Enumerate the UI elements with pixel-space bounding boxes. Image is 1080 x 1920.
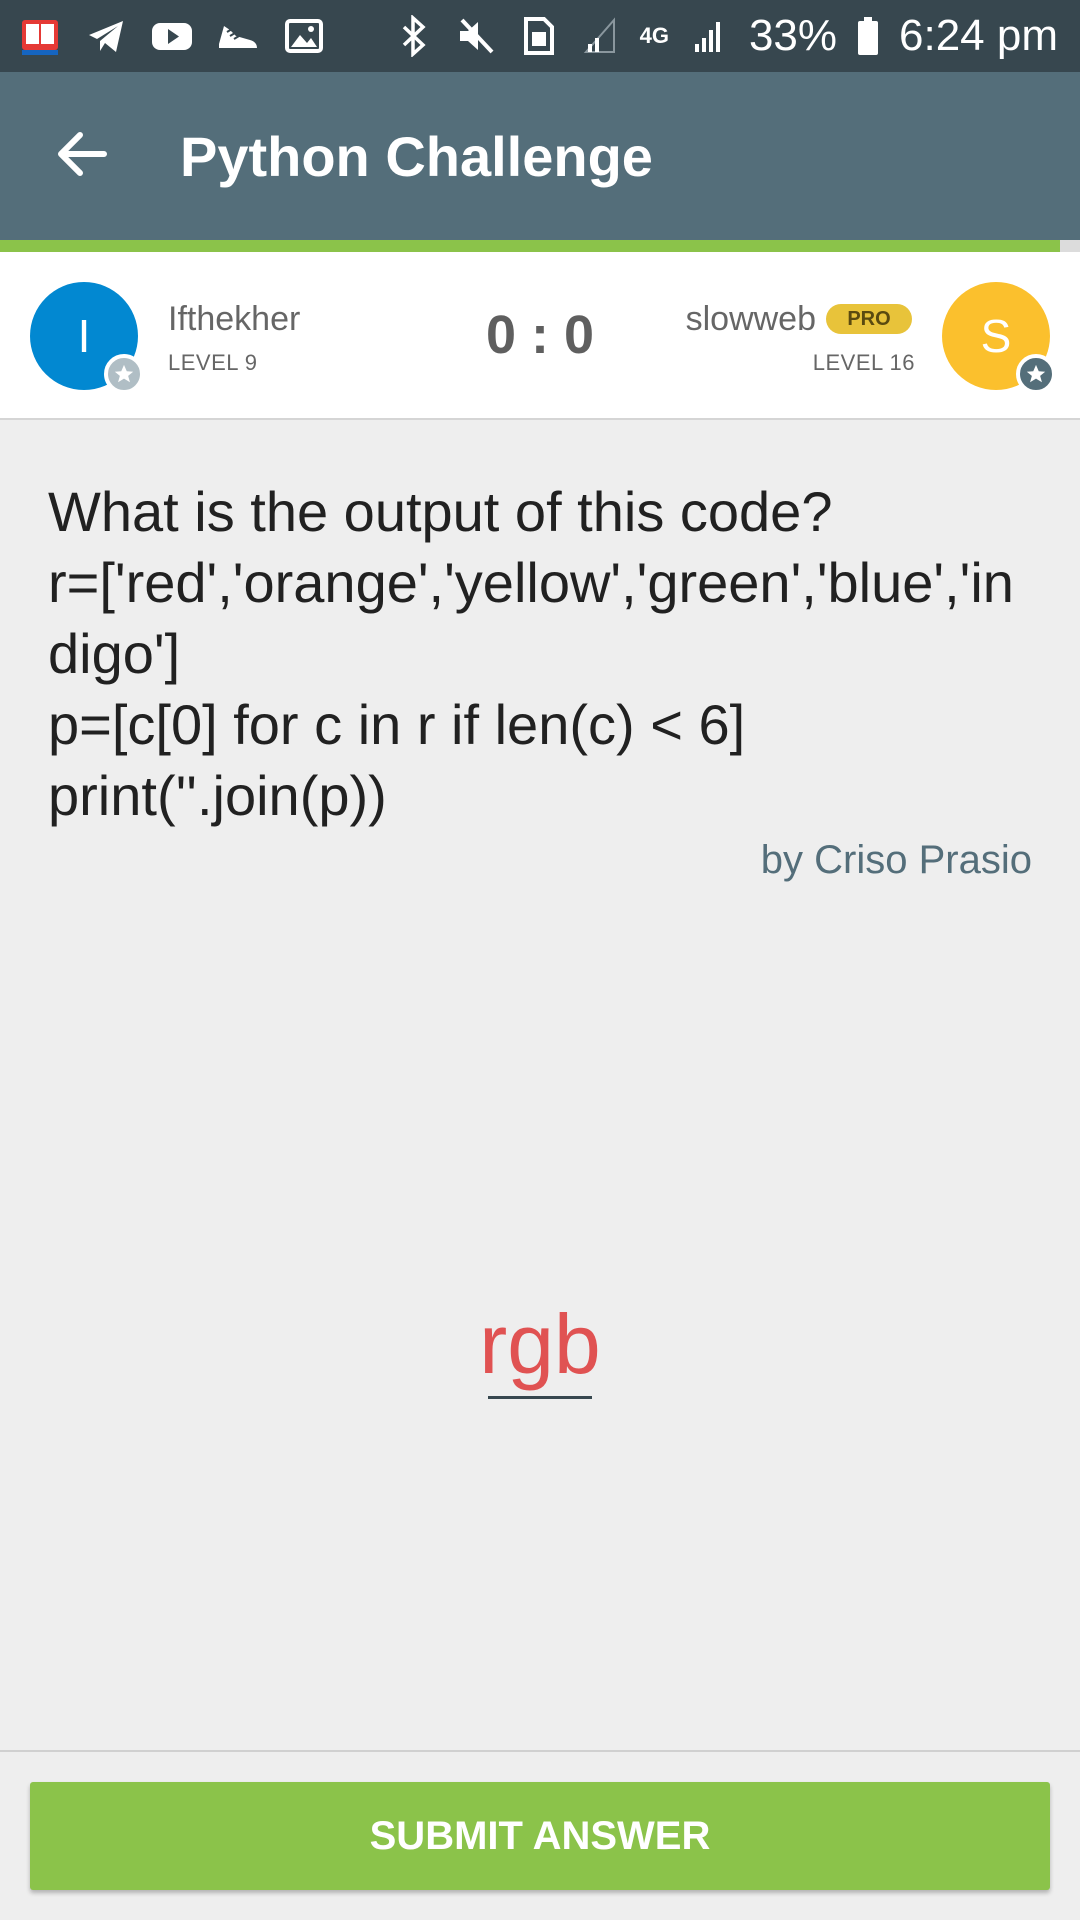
arrow-left-icon	[54, 126, 110, 187]
status-bar-system: 4G 33% 6:24 pm	[392, 11, 1058, 61]
submit-answer-button[interactable]: SUBMIT ANSWER	[30, 1782, 1050, 1890]
player-left-name[interactable]: Ifthekher	[168, 300, 300, 339]
player-right-level: LEVEL 16	[812, 350, 915, 375]
dictionary-app-icon	[18, 14, 62, 58]
clock: 6:24 pm	[899, 11, 1058, 60]
sim-icon	[516, 14, 560, 58]
timer-progress-bar	[0, 240, 1060, 252]
player-left-avatar[interactable]: I	[30, 282, 144, 394]
question-author[interactable]: by Criso Prasio	[761, 838, 1032, 883]
app-bar: Python Challenge	[0, 72, 1080, 240]
image-icon	[282, 14, 326, 58]
player-right-name[interactable]: slowweb	[686, 300, 816, 339]
mute-icon	[454, 14, 498, 58]
star-badge-icon	[1016, 354, 1056, 394]
pro-badge: PRO	[826, 304, 912, 334]
score: 0 : 0	[485, 305, 595, 365]
battery-icon	[855, 14, 881, 58]
player-right-avatar[interactable]: S	[942, 282, 1056, 394]
players-panel: I Ifthekher LEVEL 9 0 : 0 slowweb PRO LE…	[0, 252, 1080, 420]
answer-input-underline	[488, 1396, 592, 1399]
player-left-level: LEVEL 9	[168, 350, 258, 375]
signal-strength-icon	[687, 14, 731, 58]
back-button[interactable]	[32, 106, 132, 206]
timer-progress-track	[1060, 240, 1080, 252]
signal-icon	[578, 14, 622, 58]
network-type: 4G	[639, 23, 669, 48]
battery-percent: 33%	[748, 11, 838, 60]
shoe-icon	[216, 14, 260, 58]
answer-input[interactable]: rgb	[390, 1296, 690, 1393]
telegram-icon	[84, 14, 128, 58]
player-left-initial: I	[77, 310, 91, 362]
footer-divider	[0, 1750, 1080, 1752]
page-title: Python Challenge	[180, 124, 653, 188]
status-bar-notifications	[18, 14, 326, 58]
bluetooth-icon	[392, 14, 436, 58]
question-text: What is the output of this code? r=['red…	[48, 480, 1014, 827]
star-badge-icon	[104, 354, 144, 394]
youtube-icon	[150, 14, 194, 58]
player-right-initial: S	[980, 310, 1012, 362]
status-bar: 4G 33% 6:24 pm	[0, 0, 1080, 72]
